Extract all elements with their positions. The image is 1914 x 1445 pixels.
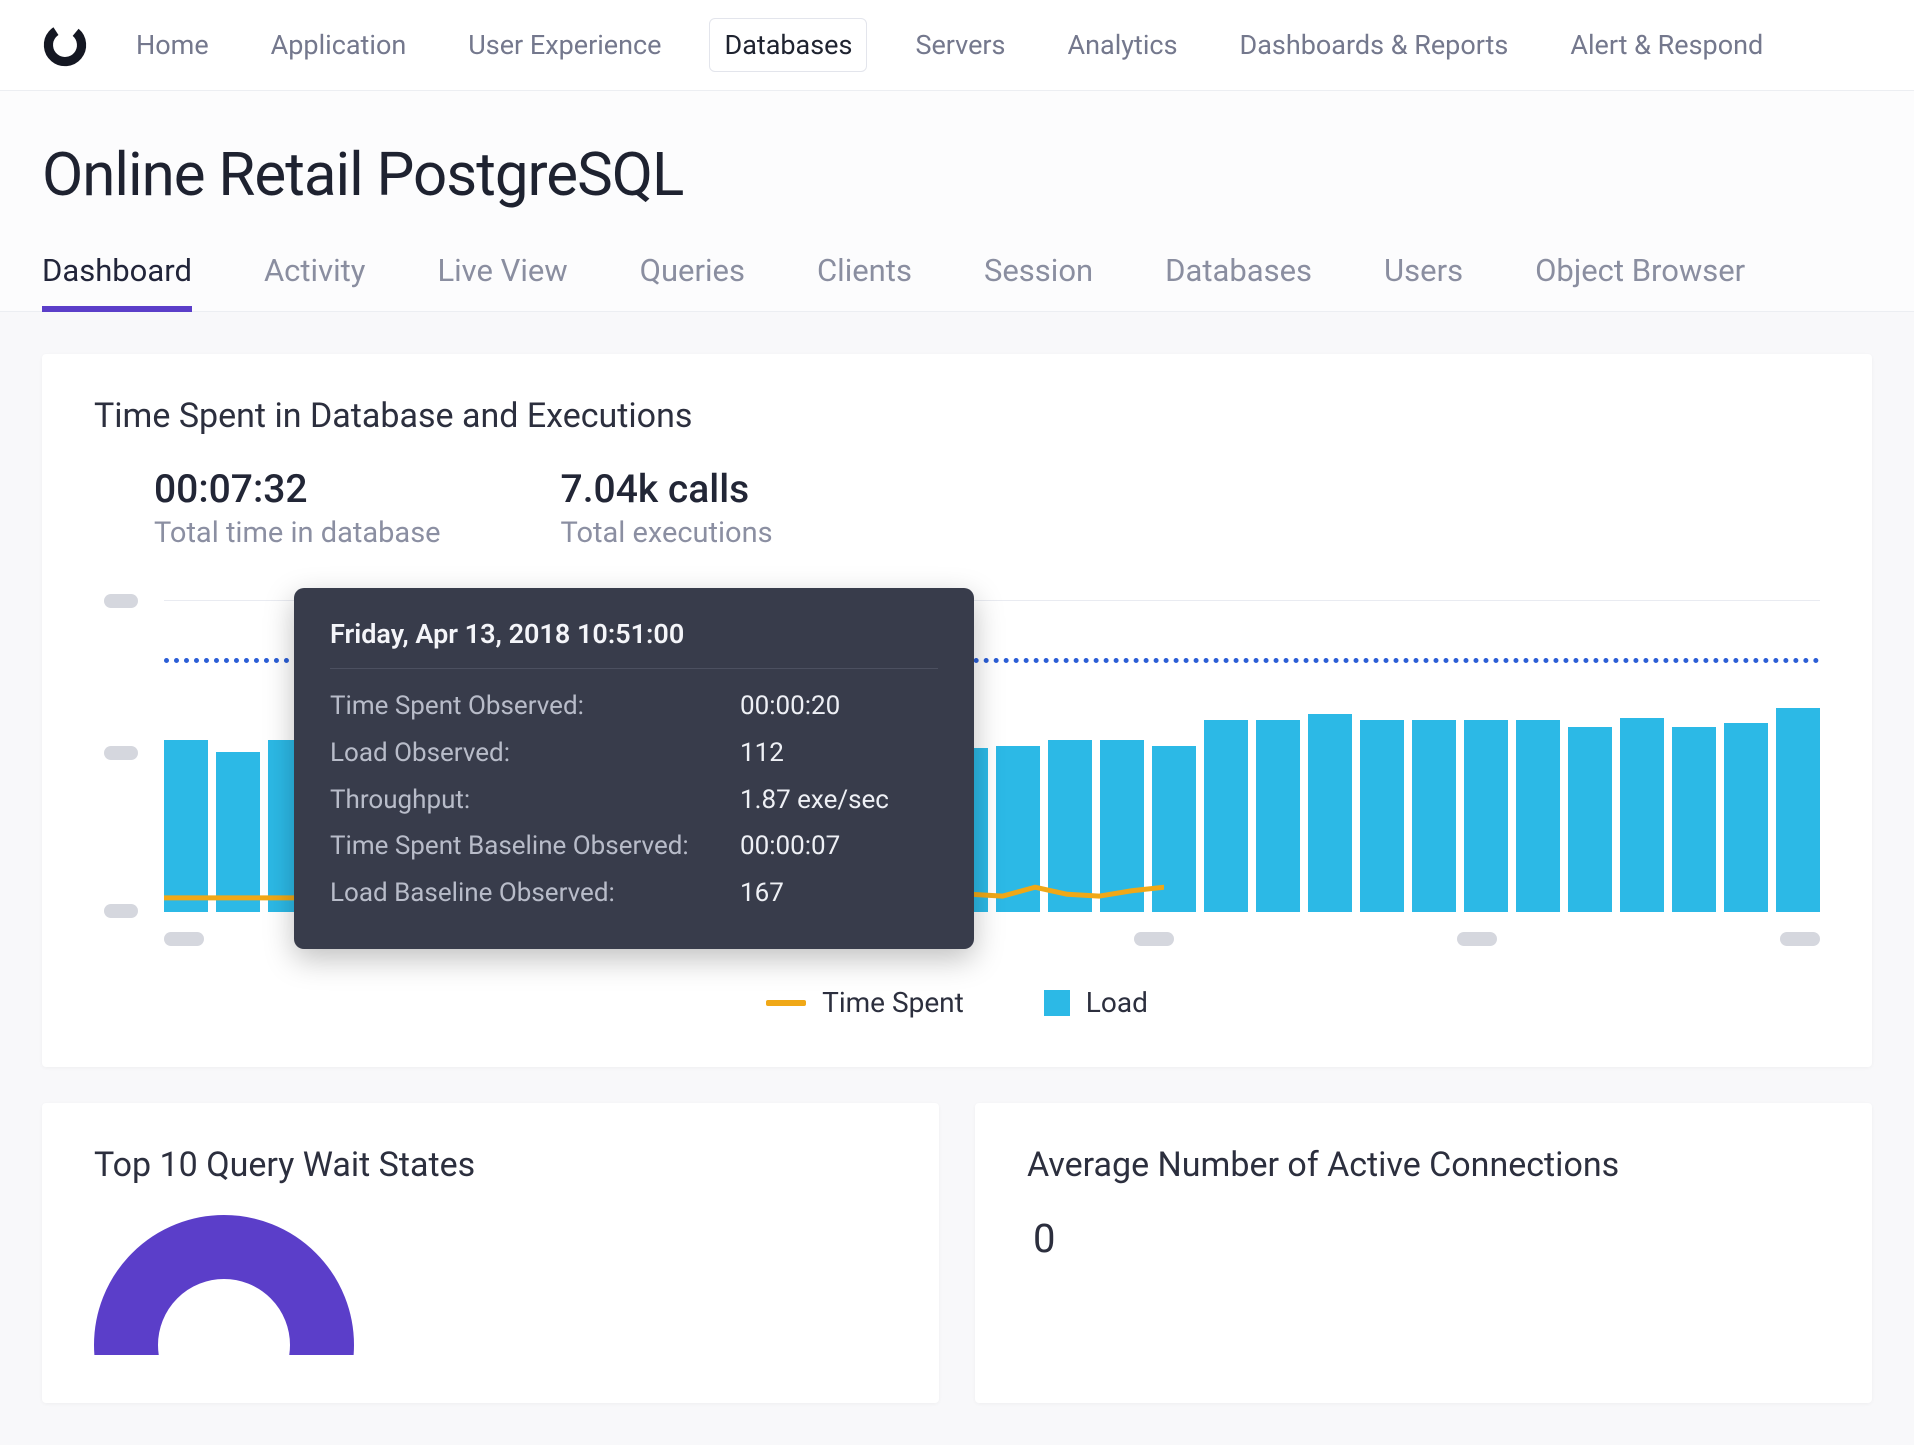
tab-clients[interactable]: Clients	[817, 238, 912, 311]
x-axis-tick	[1134, 932, 1174, 946]
tab-dashboard[interactable]: Dashboard	[42, 238, 192, 311]
time-spent-title: Time Spent in Database and Executions	[94, 396, 1820, 436]
tooltip-val: 1.87 exe/sec	[740, 777, 889, 824]
nav-analytics[interactable]: Analytics	[1053, 19, 1191, 71]
tab-live-view[interactable]: Live View	[437, 238, 567, 311]
chart-legend: Time Spent Load	[94, 986, 1820, 1019]
tooltip-key: Time Spent Baseline Observed:	[330, 823, 740, 870]
legend-load[interactable]: Load	[1044, 986, 1148, 1019]
nav-servers[interactable]: Servers	[901, 19, 1019, 71]
chart-bar	[1672, 727, 1716, 912]
chart-bar	[1724, 723, 1768, 912]
y-axis-tick	[104, 746, 138, 760]
metric-total-time-value: 00:07:32	[154, 466, 441, 512]
legend-time-spent[interactable]: Time Spent	[766, 986, 964, 1019]
tooltip-row: Time Spent Baseline Observed: 00:00:07	[330, 823, 938, 870]
tooltip-val: 167	[740, 870, 784, 917]
tooltip-val: 00:00:07	[740, 823, 840, 870]
donut-ring-icon	[94, 1215, 354, 1355]
chart-bar	[216, 752, 260, 912]
chart-bar	[1464, 720, 1508, 912]
avg-connections-value: 0	[1027, 1215, 1820, 1262]
chart-bar	[1360, 720, 1404, 912]
tooltip-row: Throughput: 1.87 exe/sec	[330, 777, 938, 824]
legend-label: Load	[1086, 986, 1148, 1019]
x-axis-tick	[164, 932, 204, 946]
page-title: Online Retail PostgreSQL	[0, 91, 1914, 238]
chart-bar	[996, 746, 1040, 912]
brand-logo	[42, 22, 88, 68]
chart-bar	[1568, 727, 1612, 912]
tab-queries[interactable]: Queries	[640, 238, 745, 311]
tooltip-title: Friday, Apr 13, 2018 10:51:00	[330, 618, 938, 669]
chart-bar	[1048, 740, 1092, 913]
metric-total-time: 00:07:32 Total time in database	[154, 466, 441, 550]
avg-connections-title: Average Number of Active Connections	[1027, 1145, 1820, 1185]
legend-swatch-line-icon	[766, 1000, 806, 1006]
load-chart[interactable]: Friday, Apr 13, 2018 10:51:00 Time Spent…	[104, 586, 1820, 946]
tooltip-row: Time Spent Observed: 00:00:20	[330, 683, 938, 730]
nav-application[interactable]: Application	[257, 19, 421, 71]
tooltip-key: Load Observed:	[330, 730, 740, 777]
nav-user-experience[interactable]: User Experience	[454, 19, 675, 71]
tab-databases[interactable]: Databases	[1165, 238, 1312, 311]
nav-alert-respond[interactable]: Alert & Respond	[1556, 19, 1777, 71]
nav-dashboards-reports[interactable]: Dashboards & Reports	[1226, 19, 1523, 71]
chart-bar	[1412, 720, 1456, 912]
nav-databases[interactable]: Databases	[709, 18, 867, 72]
tooltip-key: Time Spent Observed:	[330, 683, 740, 730]
x-axis-tick	[1780, 932, 1820, 946]
legend-label: Time Spent	[822, 986, 964, 1019]
query-wait-title: Top 10 Query Wait States	[94, 1145, 887, 1185]
avg-connections-card: Average Number of Active Connections 0	[975, 1103, 1872, 1403]
y-axis-tick	[104, 594, 138, 608]
chart-tooltip: Friday, Apr 13, 2018 10:51:00 Time Spent…	[294, 588, 974, 949]
tooltip-key: Load Baseline Observed:	[330, 870, 740, 917]
metric-total-exec-label: Total executions	[561, 516, 773, 550]
top-nav: Home Application User Experience Databas…	[0, 0, 1914, 91]
tooltip-row: Load Observed: 112	[330, 730, 938, 777]
tooltip-val: 00:00:20	[740, 683, 840, 730]
chart-bar	[1308, 714, 1352, 912]
chart-bar	[1516, 720, 1560, 912]
query-wait-donut	[94, 1215, 354, 1355]
content-area: Time Spent in Database and Executions 00…	[0, 312, 1914, 1445]
chart-bar	[1620, 718, 1664, 912]
time-spent-card: Time Spent in Database and Executions 00…	[42, 354, 1872, 1067]
chart-bar	[1152, 746, 1196, 912]
nav-home[interactable]: Home	[122, 19, 223, 71]
chart-bar	[1204, 720, 1248, 912]
tooltip-row: Load Baseline Observed: 167	[330, 870, 938, 917]
sub-tabs: Dashboard Activity Live View Queries Cli…	[0, 238, 1914, 312]
tab-object-browser[interactable]: Object Browser	[1535, 238, 1745, 311]
tab-activity[interactable]: Activity	[264, 238, 366, 311]
tab-session[interactable]: Session	[984, 238, 1093, 311]
tab-users[interactable]: Users	[1384, 238, 1463, 311]
chart-bar	[1256, 720, 1300, 912]
tooltip-key: Throughput:	[330, 777, 740, 824]
x-axis-tick	[1457, 932, 1497, 946]
tooltip-val: 112	[740, 730, 784, 777]
chart-bar	[1776, 708, 1820, 912]
query-wait-card: Top 10 Query Wait States	[42, 1103, 939, 1403]
chart-bar	[164, 740, 208, 913]
metrics-row: 00:07:32 Total time in database 7.04k ca…	[94, 466, 1820, 550]
y-axis-tick	[104, 904, 138, 918]
metric-total-exec-value: 7.04k calls	[561, 466, 773, 512]
metric-total-exec: 7.04k calls Total executions	[561, 466, 773, 550]
chart-bar	[1100, 740, 1144, 913]
bottom-row: Top 10 Query Wait States Average Number …	[42, 1103, 1872, 1403]
metric-total-time-label: Total time in database	[154, 516, 441, 550]
legend-swatch-box-icon	[1044, 990, 1070, 1016]
